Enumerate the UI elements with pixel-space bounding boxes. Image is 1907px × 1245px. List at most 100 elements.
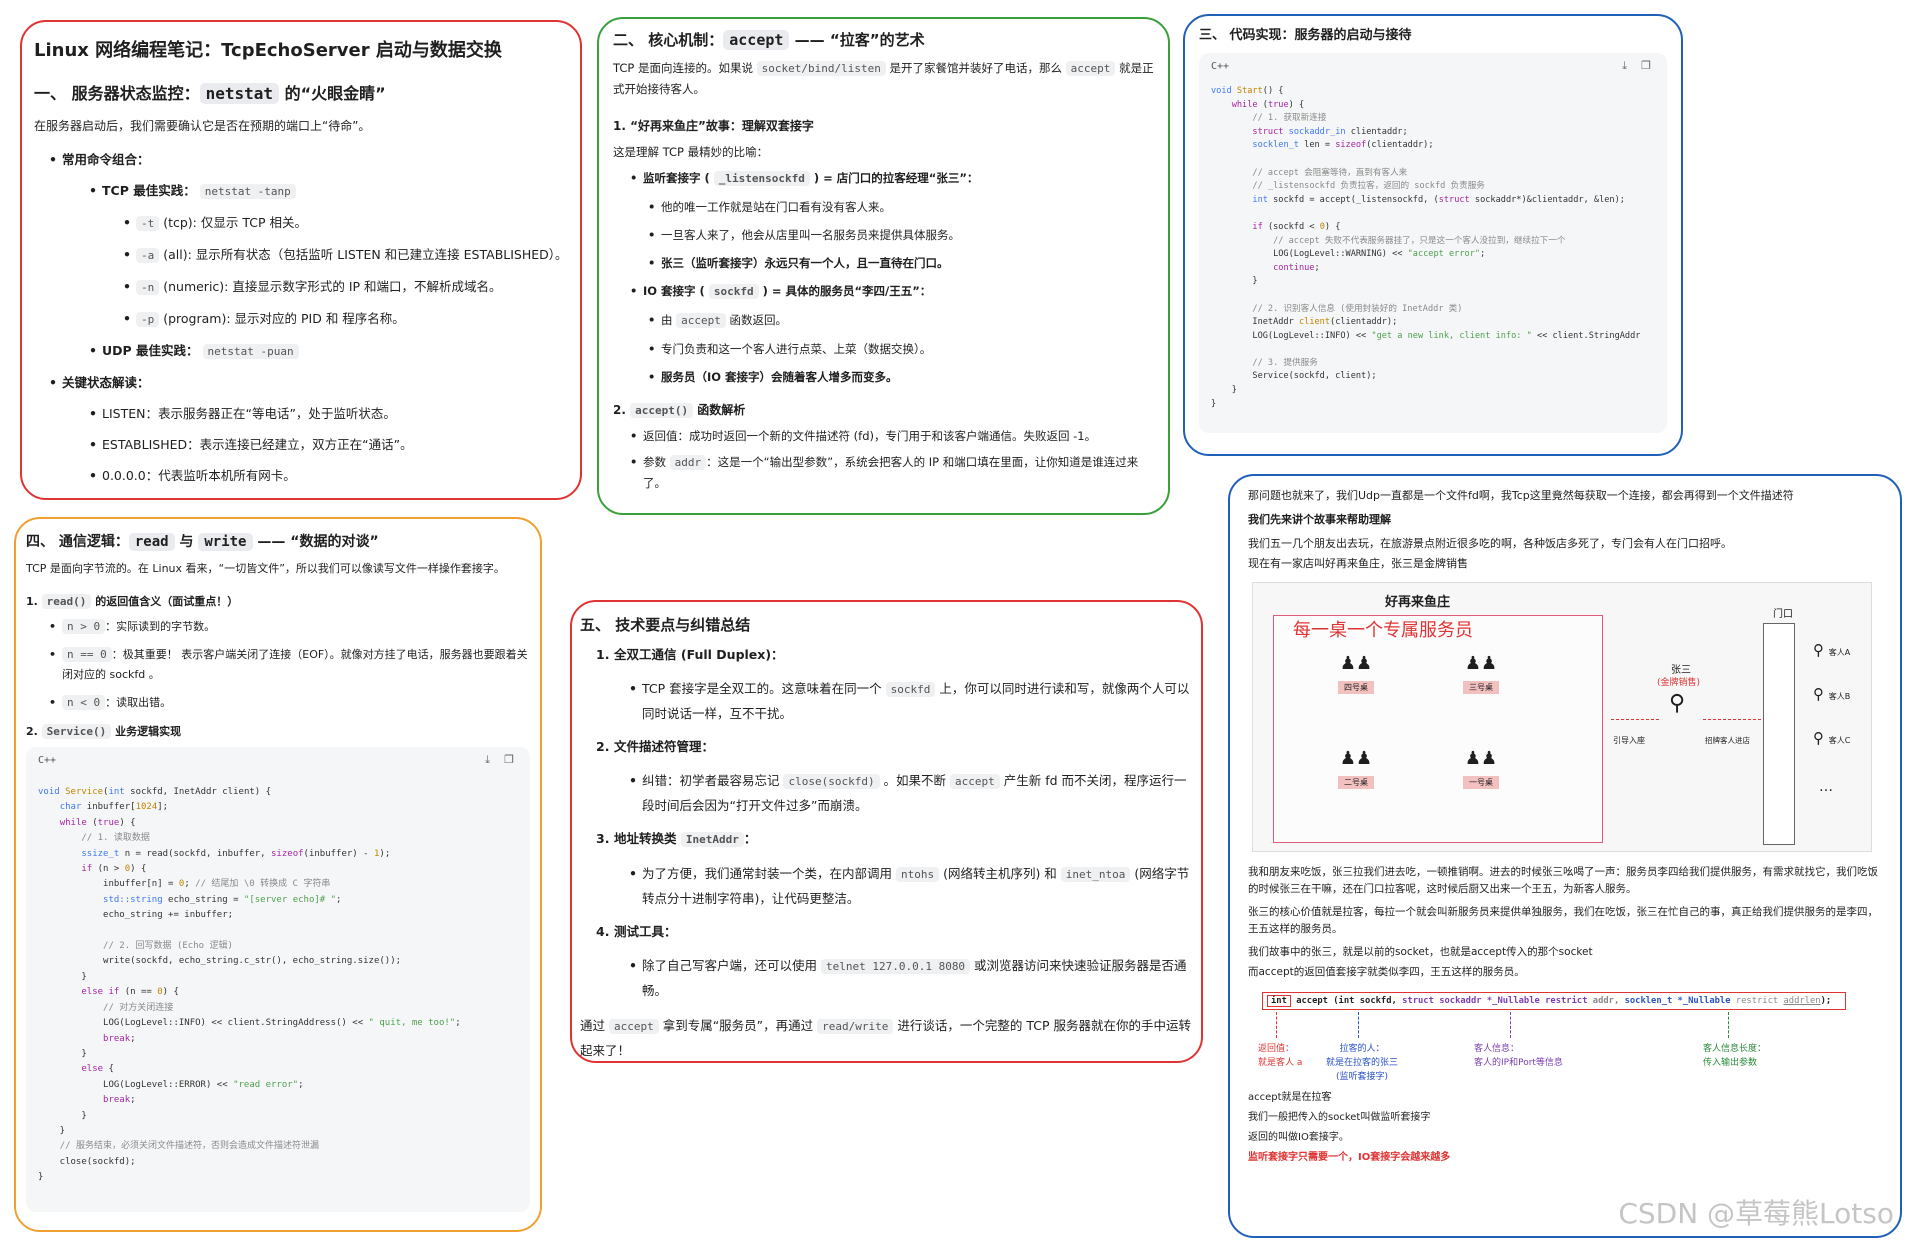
list-item: • 0.0.0.0：代表监听本机所有网卡。 [89, 468, 296, 483]
annotation: 拉客的人： 就是在拉客的张三 (监听套接字) [1326, 1044, 1399, 1082]
story-text: 我和朋友来吃饭，张三拉我们进去吃，一顿推销啊。进去的时候张三吆喝了一声：服务员李… [1248, 866, 1878, 895]
footer-text: 我们一般把传入的socket叫做监听套接字 [1248, 1112, 1431, 1123]
list-item: • IO 套接字 ( sockfd ) = 具体的服务员“李四/王五”： [630, 284, 932, 299]
list-item: • -a (all): 显示所有状态（包括监听 LISTEN 和已建立连接 EST… [123, 247, 568, 263]
section-heading: 一、 服务器状态监控： netstat 的“火眼金睛” [34, 83, 386, 104]
subheading: 2. Service() 业务逻辑实现 [26, 724, 182, 739]
copy-icon[interactable]: ❐ [1641, 59, 1651, 72]
annotation: 返回值： 就是客人 a [1258, 1044, 1303, 1068]
table: ♟♟ 三号桌 [1463, 653, 1499, 694]
footer-text: accept就是在拉客 [1248, 1092, 1332, 1103]
list-item: • 监听套接字 ( _listensockfd ) = 店门口的拉客经理“张三”： [630, 171, 979, 186]
subheading: 1. read() 的返回值含义（面试重点！） [26, 594, 239, 609]
list-item: • 除了自己写客户端，还可以使用 telnet 127.0.0.1 8080 或浏… [629, 958, 1187, 998]
diagram-title: 好再来鱼庄 [1385, 595, 1451, 610]
dining-area [1273, 615, 1603, 843]
signature-annotations: 返回值： 就是客人 a 拉客的人： 就是在拉客的张三 (监听套接字) 客人信息： 客人的… [1248, 1012, 1882, 1082]
code-lang: C++ [38, 755, 57, 766]
intro-text: TCP 是面向字节流的。在 Linux 看来，“一切皆文件”，所以我们可以像读写… [26, 562, 505, 575]
table: ♟♟ 四号桌 [1338, 653, 1374, 694]
list-item: • TCP 最佳实践： netstat -tanp [89, 181, 568, 202]
list-item: • 专门负责和这一个客人进行点菜、上菜（数据交换）。 [648, 342, 932, 356]
subheading: 2. accept() 函数解析 [613, 403, 746, 418]
code-block: C++ ⤓ ❐ void Start() { while (true) { //… [1199, 53, 1667, 433]
story-text: 张三的核心价值就是拉客，每拉一个就会叫新服务员来提供单独服务，我们在吃饭，张三在… [1248, 906, 1878, 935]
list-item: 2. 文件描述符管理： [596, 739, 715, 754]
list-item: • 为了方便，我们通常封装一个类，在内部调用 ntohs (网络转主机序列) 和 … [629, 866, 1190, 906]
arrow-line [1611, 719, 1659, 720]
code-text: void Service(int sockfd, InetAddr client… [38, 787, 461, 1183]
download-icon[interactable]: ⤓ [485, 753, 490, 767]
list-item: 3. 地址转换类 InetAddr： [596, 831, 757, 847]
table: ♟♟ 一号桌 [1463, 748, 1499, 789]
intro-text: 在服务器启动后，我们需要确认它是否在预期的端口上“待命”。 [34, 119, 371, 133]
list-item: • n > 0 ：实际读到的字节数。 [49, 619, 216, 634]
section-heading: 二、 核心机制： accept —— “拉客”的艺术 [613, 30, 925, 50]
list-item: • 返回值：成功时返回一个新的文件描述符 (fd)，专门用于和该客户端通信。失败返… [630, 429, 1097, 443]
invite-label: 招牌客人进店 [1705, 736, 1750, 745]
list-item: • 常用命令组合： [49, 152, 150, 167]
zhangsan-label: 张三 [1671, 665, 1691, 676]
list-item: • n < 0 ：读取出错。 [49, 695, 172, 710]
list-item: • 一旦客人来了，他会从店里叫一名服务员来提供具体服务。 [648, 228, 960, 242]
list-item: • 关键状态解读： [49, 375, 150, 390]
list-item: • 他的唯一工作就是站在门口看有没有客人来。 [648, 200, 891, 214]
guest: ⚲ 客人B [1813, 685, 1851, 703]
zhangsan-sub: (金牌销售) [1657, 678, 1701, 688]
annotation: 客人信息长度： 传入输出参数 [1703, 1044, 1767, 1068]
code-text: void Start() { while (true) { // 1. 获取新连… [1211, 86, 1641, 409]
list-item: • -t (tcp): 仅显示 TCP 相关。 [123, 215, 307, 231]
story-text: 我们五一几个朋友出去玩，在旅游景点附近很多吃的啊，各种饭店多死了，专门会有人在门… [1248, 537, 1732, 550]
code-lang: C++ [1211, 61, 1230, 72]
table: ♟♟ 二号桌 [1338, 748, 1374, 789]
list-item: • 张三（监听套接字）永远只有一个人，且一直待在门口。 [648, 256, 949, 270]
annotation: 客人信息： 客人的IP和Port等信息 [1474, 1044, 1563, 1068]
restaurant-diagram: 好再来鱼庄 每一桌一个专属服务员 ♟♟ 四号桌 ♟♟ 三号桌 ♟♟ 二号桌 ♟♟ 一号桌… [1252, 582, 1872, 852]
more-dots: … [1819, 779, 1833, 795]
story-text: 而accept的返回值套接字就类似李四，王五这样的服务员。 [1248, 966, 1525, 978]
list-item: • LISTEN：表示服务器正在“等电话”，处于监听状态。 [89, 406, 396, 421]
list-item: 1. 全双工通信 (Full Duplex)： [596, 647, 784, 662]
question-text: 那问题也就来了，我们Udp一直都是一个文件fd啊，我Tcp这里竟然每获取一个连接… [1248, 489, 1794, 502]
code-panel: 三、 代码实现：服务器的启动与接待 C++ ⤓ ❐ void Start() {… [1183, 14, 1683, 456]
code-block: C++ ⤓ ❐ void Service(int sockfd, InetAdd… [26, 747, 530, 1212]
summary-panel: 五、 技术要点与纠错总结 1. 全双工通信 (Full Duplex)： • TCP… [570, 600, 1203, 1063]
intro-text: TCP 是面向连接的。如果说 socket/bind/listen 是开了家餐馆… [613, 61, 1154, 96]
list-item: • 参数 addr ：这是一个“输出型参数”，系统会把客人的 IP 和端口填在里面，… [630, 455, 1139, 490]
story-panel: 那问题也就来了，我们Udp一直都是一个文件fd啊，我Tcp这里竟然每获取一个连接… [1228, 474, 1902, 1238]
copy-icon[interactable]: ❐ [504, 753, 514, 766]
guest: ⚲ 客人A [1813, 641, 1851, 659]
section-heading: 五、 技术要点与纠错总结 [580, 616, 751, 634]
netstat-panel: Linux 网络编程笔记：TcpEchoServer 启动与数据交换 一、 服务… [20, 20, 582, 500]
accept-signature: int accept (int sockfd, struct sockaddr … [1262, 992, 1846, 1010]
section-heading: 三、 代码实现：服务器的启动与接待 [1199, 28, 1412, 43]
footer-text: 返回的叫做IO套接字。 [1248, 1132, 1349, 1143]
conclusion-text: 通过 accept 拿到专属“服务员”，再通过 read/write 进行谈话，… [580, 1018, 1191, 1058]
story-text: 我们故事中的张三，就是以前的socket，也就是accept传入的那个socke… [1248, 946, 1593, 958]
page-title: Linux 网络编程笔记：TcpEchoServer 启动与数据交换 [34, 40, 502, 61]
arrow-line [1703, 719, 1771, 720]
story-heading: 我们先来讲个故事来帮助理解 [1248, 513, 1391, 526]
list-item: • -p (program): 显示对应的 PID 和 程序名称。 [123, 311, 405, 327]
list-item: • -n (numeric): 直接显示数字形式的 IP 和端口，不解析成域名。 [123, 279, 502, 295]
watermark: CSDN @草莓熊Lotso [1618, 1197, 1894, 1230]
list-item: • UDP 最佳实践： netstat -puan [89, 341, 568, 362]
read-write-panel: 四、 通信逻辑： read 与 write —— “数据的对谈” TCP 是面向字… [14, 517, 542, 1232]
guest: ⚲ 客人C [1813, 729, 1851, 747]
list-item: • 纠错：初学者最容易忘记 close(sockfd) 。如果不断 accept … [629, 773, 1187, 813]
lead-label: 引导入座 [1613, 736, 1645, 745]
footer-highlight: 监听套接字只需要一个，IO套接字会越来越多 [1248, 1152, 1451, 1163]
red-caption: 每一桌一个专属服务员 [1293, 620, 1473, 641]
subheading: 1. “好再来鱼庄”故事：理解双套接字 [613, 119, 814, 133]
list-item: • ESTABLISHED：表示连接已经建立，双方正在“通话”。 [89, 437, 413, 452]
section-heading: 四、 通信逻辑： read 与 write —— “数据的对谈” [26, 533, 379, 551]
list-item: • TCP 套接字是全双工的。这意味着在同一个 sockfd 上，你可以同时进行读… [629, 681, 1190, 721]
person-icon: ⚲ [1669, 691, 1686, 716]
list-item: • n == 0 ：极其重要！ 表示客户端关闭了连接（EOF）。就像对方挂了电话，服… [49, 647, 528, 681]
text: 这是理解 TCP 最精妙的比喻： [613, 145, 769, 159]
story-text: 现在有一家店叫好再来鱼庄，张三是金牌销售 [1248, 557, 1468, 570]
list-item: • 服务员（IO 套接字）会随着客人增多而变多。 [648, 370, 898, 384]
list-item: • 由 accept 函数返回。 [648, 313, 788, 328]
download-icon[interactable]: ⤓ [1622, 59, 1627, 73]
door-label: 门口 [1773, 609, 1793, 620]
